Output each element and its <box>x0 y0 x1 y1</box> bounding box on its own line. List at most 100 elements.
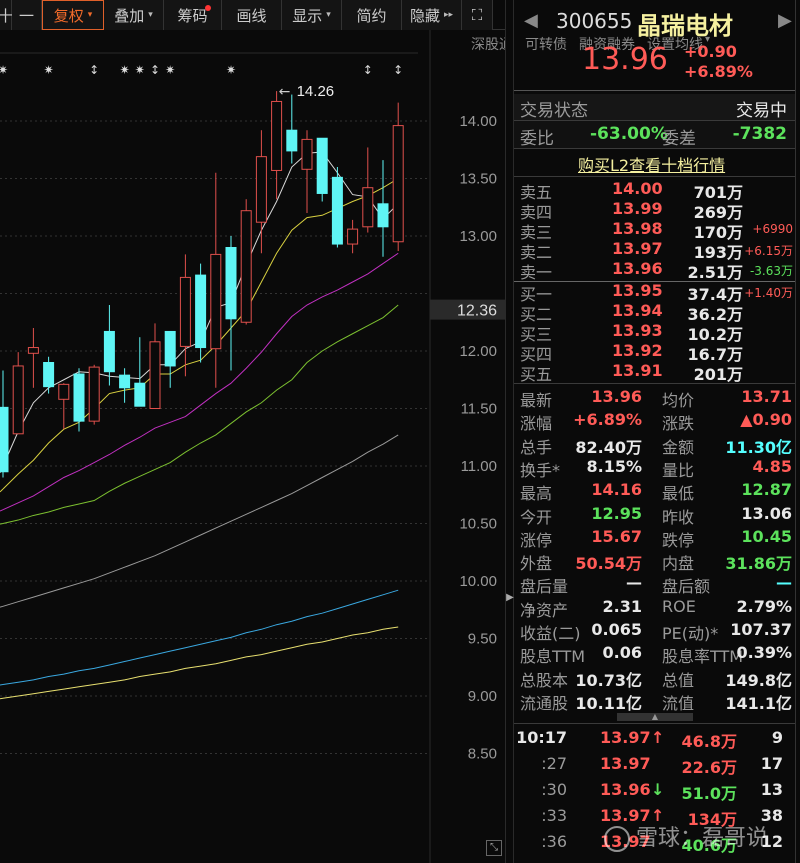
candle-body <box>12 365 24 435</box>
y-tick-label: 10.00 <box>459 573 497 590</box>
candle-body <box>149 341 161 409</box>
candle-body <box>301 138 313 170</box>
candle-body <box>316 137 328 194</box>
l2-upgrade-link[interactable]: 购买L2查看十档行情 <box>578 152 725 176</box>
orderbook-row-cell: 13.95 <box>612 281 663 300</box>
candle-body <box>240 210 252 323</box>
candle-body <box>286 129 298 152</box>
collapse-panel-handle[interactable]: ▶ <box>506 583 514 613</box>
candle-body <box>103 330 115 373</box>
orderbook-row-cell: 14.00 <box>612 179 663 198</box>
candle-body <box>179 276 191 347</box>
stat-row: 净资产 2.31 ROE 2.79% <box>520 597 792 620</box>
trade-row-cell: :33 <box>541 806 567 825</box>
trade-row-cell: 10:17 <box>516 728 567 747</box>
y-tick-label: 13.00 <box>459 228 497 245</box>
candle-body <box>195 274 207 349</box>
trade-row-cell: :27 <box>541 754 567 773</box>
stat-row-cell: 0.39% <box>736 643 792 663</box>
orderbook-row-cell: 13.91 <box>612 361 663 380</box>
candle-body <box>331 176 343 245</box>
expand-icon[interactable]: ⤡ <box>486 840 502 856</box>
stat-row-cell: 最高 <box>520 484 553 504</box>
stat-row-cell: 总手 <box>520 437 553 457</box>
stat-row-cell: PE(动)* <box>662 624 719 643</box>
event-marker-icon[interactable]: ✷ <box>44 63 54 77</box>
price-change-pct: +6.89% <box>684 62 753 81</box>
stat-row-cell: 10.11亿 <box>575 693 642 713</box>
orderbook-row: 买一 13.95 37.4万 +1.40万 <box>520 281 795 304</box>
trade-row-cell: 13.96 <box>600 780 651 799</box>
orderbook-row-cell: 13.93 <box>612 321 663 340</box>
stat-row-cell: 涨幅 <box>520 414 553 434</box>
candle-body <box>362 187 374 228</box>
weidiff-label: 委差 <box>662 129 696 149</box>
stat-row-cell: 涨跌 <box>662 414 695 434</box>
stat-row-cell: 2.79% <box>736 596 792 616</box>
stat-row-cell: 0.06 <box>602 643 642 663</box>
event-marker-icon[interactable]: ✷ <box>165 63 175 77</box>
orderbook-row-cell: +6.15万 <box>744 244 793 258</box>
panel-splitter[interactable] <box>505 0 514 863</box>
y-tick-label: 13.50 <box>459 171 497 188</box>
orderbook-row-cell: 13.99 <box>612 199 663 218</box>
collapse-stats-button[interactable]: ▲ <box>617 713 693 721</box>
weidiff-value: -7382 <box>732 124 787 144</box>
event-marker-icon[interactable]: ↕ <box>150 63 160 77</box>
orderbook-row-cell: +1.40万 <box>744 286 793 300</box>
event-marker-icon[interactable]: ↕ <box>89 63 99 77</box>
stat-row-cell: 最新 <box>520 391 553 410</box>
candle-body <box>225 247 237 320</box>
stat-row-cell: — <box>626 573 642 593</box>
candle-body <box>134 382 146 407</box>
stat-row-cell: 涨停 <box>520 530 553 550</box>
price-change: +0.90 <box>684 42 737 61</box>
trade-row-cell: 17 <box>760 754 783 773</box>
stat-row-cell: 107.37 <box>730 620 792 639</box>
trade-row-cell: 46.8万 <box>681 732 737 751</box>
event-marker-icon[interactable]: ✷ <box>226 63 236 77</box>
stat-row-cell: 82.40万 <box>575 437 642 457</box>
trade-row-cell: 13 <box>760 780 783 799</box>
stat-row-cell: 量比 <box>662 460 695 480</box>
orderbook-row: 卖五 14.00 701万 <box>520 179 795 202</box>
xueqiu-logo-icon <box>604 826 630 852</box>
trade-row-cell: 13.97 <box>600 728 651 747</box>
event-marker-icon[interactable]: ✷ <box>135 63 145 77</box>
stat-row-cell: 盘后额 <box>662 577 711 597</box>
orderbook-row-cell: 13.94 <box>612 301 663 320</box>
orderbook-row-cell: 13.92 <box>612 341 663 360</box>
stat-row-cell: 股息TTM <box>520 647 586 667</box>
candle-body <box>271 100 283 171</box>
orderbook-row: 卖二 13.97 193万 +6.15万 <box>520 239 795 262</box>
orderbook-row-cell: 201万 <box>693 365 743 384</box>
orderbook-row: 买二 13.94 36.2万 <box>520 301 795 324</box>
event-marker-icon[interactable]: ↕ <box>363 63 373 77</box>
candle-body <box>73 373 85 422</box>
stock-code: 300655 <box>556 9 633 33</box>
kline-chart[interactable]: 14.00 13.50 13.00 12.00 11.50 11.00 10.50 10.00… <box>0 0 505 863</box>
stat-row: 总手 82.40万 金额 11.30亿 <box>520 434 792 457</box>
stat-row: 涨停 15.67 跌停 10.45 <box>520 527 792 550</box>
stat-row-cell: 总值 <box>662 670 695 690</box>
event-marker-icon[interactable]: ✷ <box>0 63 8 77</box>
y-tick-label: 8.50 <box>468 746 497 763</box>
stat-row-cell: 净资产 <box>520 600 569 620</box>
event-marker-icon[interactable]: ↕ <box>393 63 403 77</box>
watermark: 雪球：磊哥说 <box>604 820 768 852</box>
prev-stock-icon[interactable]: ◀ <box>524 10 538 31</box>
trade-row-cell: ↑ <box>651 728 665 747</box>
stat-row-cell: 14.16 <box>591 480 642 500</box>
trade-row-cell: 51.0万 <box>681 784 737 803</box>
next-stock-icon[interactable]: ▶ <box>778 10 792 31</box>
candle-body <box>164 330 176 367</box>
stat-row-cell: 15.67 <box>591 526 642 546</box>
y-tick-label: 14.00 <box>459 113 497 130</box>
stat-row-cell: 流通股 <box>520 693 569 713</box>
stat-row-cell: +6.89% <box>573 410 642 430</box>
event-marker-icon[interactable]: ✷ <box>120 63 130 77</box>
trade-row-cell: :36 <box>541 832 567 851</box>
orderbook-row-cell: +6990 <box>752 222 793 236</box>
ma-line-ma10-edge <box>0 488 4 493</box>
stat-row-cell: 10.45 <box>741 526 792 546</box>
